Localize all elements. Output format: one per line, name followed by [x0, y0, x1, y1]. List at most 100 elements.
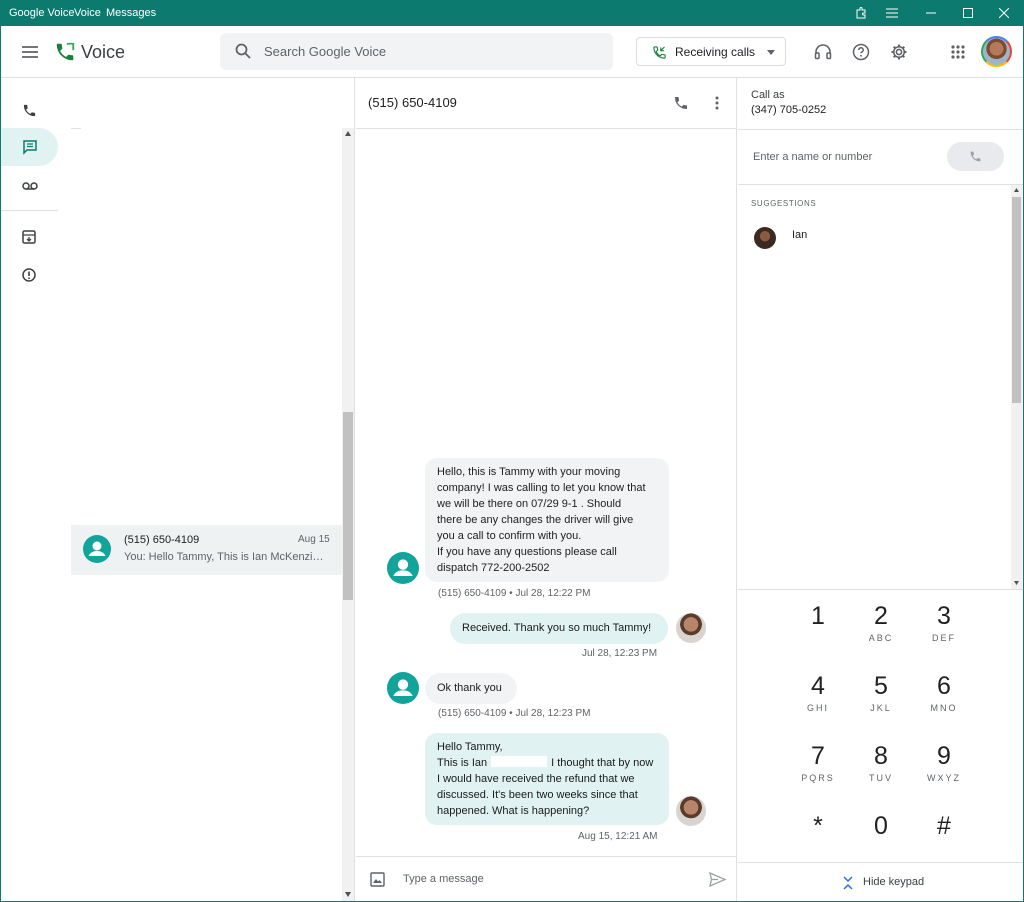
keypad-key-star[interactable]: * [788, 812, 848, 840]
conversation-snippet: You: Hello Tammy, This is Ian McKenzi… [124, 551, 324, 563]
menu-icon[interactable] [883, 4, 901, 22]
keypad-key-1[interactable]: 1 [788, 602, 848, 643]
message-line-redacted: This is Ian I thought that by now [437, 755, 657, 771]
call-as-number[interactable]: (347) 705-0252 [751, 104, 826, 116]
list-scrollbar[interactable] [342, 128, 354, 901]
contact-avatar [83, 535, 111, 563]
redaction-box [491, 756, 548, 767]
key-letters: GHI [806, 703, 829, 713]
apps-grid-icon[interactable] [946, 40, 970, 64]
keypad-key-4[interactable]: 4 GHI [788, 672, 848, 713]
hide-keypad-label: Hide keypad [863, 876, 925, 888]
call-phone-icon[interactable] [669, 91, 693, 115]
image-icon[interactable] [365, 867, 389, 891]
message-text: I thought that by now [551, 757, 654, 769]
dial-call-button[interactable] [947, 142, 1004, 171]
search-icon[interactable] [231, 39, 255, 63]
keypad-key-3[interactable]: 3 DEF [914, 602, 974, 643]
dial-input[interactable]: Enter a name or number [753, 151, 872, 163]
conversation-list: (515) 650-4109 Aug 15 You: Hello Tammy, … [71, 78, 355, 901]
thread-title: (515) 650-4109 [368, 95, 457, 110]
keypad-key-7[interactable]: 7 PQRS [788, 742, 848, 783]
conversation-date: Aug 15 [298, 534, 330, 545]
message-line: dispatch 772-200-2502 [437, 562, 550, 574]
maximize-icon[interactable] [959, 4, 977, 22]
message-bubble-inbound[interactable]: Ok thank you [425, 673, 517, 704]
message-bubble-outbound[interactable]: Hello Tammy, This is Ian I thought that b… [425, 733, 669, 825]
user-avatar [676, 613, 706, 643]
keypad-key-9[interactable]: 9 WXYZ [914, 742, 974, 783]
nav-calls[interactable] [1, 91, 58, 129]
suggestion-item[interactable]: Ian [738, 224, 1008, 254]
scroll-down-arrow-icon[interactable] [1014, 581, 1019, 585]
keypad-key-hash[interactable]: # [914, 812, 974, 840]
divider [738, 589, 1023, 590]
search-input[interactable]: Search Google Voice [264, 44, 386, 59]
nav-voicemail[interactable] [1, 167, 58, 205]
key-digit: * [813, 812, 823, 840]
message-line: you a call to confirm with you. [437, 530, 582, 542]
minimize-icon[interactable] [922, 4, 940, 22]
key-digit: 1 [811, 602, 825, 630]
message-input[interactable]: Type a message [403, 873, 484, 885]
keypad-key-2[interactable]: 2 ABC [851, 602, 911, 643]
headset-icon[interactable] [811, 40, 835, 64]
more-vert-icon[interactable] [705, 91, 729, 115]
message-composer: Type a message [356, 856, 737, 901]
collapse-icon [843, 876, 853, 890]
message-line: Received. Thank you so much Tammy! [462, 622, 652, 634]
list-scrollbar-thumb[interactable] [343, 412, 353, 600]
help-icon[interactable] [849, 40, 873, 64]
spam-icon [22, 268, 36, 282]
message-line: discussed. It's been two weeks since tha… [437, 789, 638, 801]
chevron-down-icon [759, 40, 783, 64]
keypad-key-0[interactable]: 0 [851, 812, 911, 840]
nav-archive[interactable] [1, 218, 58, 256]
message-line: If you have any questions please call [437, 546, 617, 558]
suggestions-heading: SUGGESTIONS [751, 199, 817, 208]
key-digit: 8 [874, 742, 888, 770]
titlebar-crumb-messages: Messages [106, 7, 157, 19]
keypad-key-5[interactable]: 5 JKL [851, 672, 911, 713]
close-icon[interactable] [995, 4, 1013, 22]
message-meta: (515) 650-4109 • Jul 28, 12:23 PM [438, 708, 591, 719]
scroll-up-arrow-icon[interactable] [345, 131, 351, 136]
titlebar-crumb-voice: Voice [74, 7, 101, 19]
keypad-key-8[interactable]: 8 TUV [851, 742, 911, 783]
message-bubble-outbound[interactable]: Received. Thank you so much Tammy! [450, 613, 668, 644]
thread-header: (515) 650-4109 [356, 78, 737, 129]
nav-spam[interactable] [1, 256, 58, 294]
window-title: Google Voice [9, 7, 75, 19]
archive-icon [22, 230, 36, 244]
main-menu-icon[interactable] [18, 40, 42, 64]
call-as-label: Call as [751, 89, 785, 101]
suggestions-scrollbar[interactable] [1011, 185, 1022, 589]
key-digit: # [937, 812, 951, 840]
key-digit: 2 [874, 602, 888, 630]
settings-gear-icon[interactable] [887, 40, 911, 64]
message-line: we will be there on 07/29 9-1 . Should [437, 498, 622, 510]
nav-messages[interactable] [1, 128, 58, 166]
message-bubble-inbound[interactable]: Hello, this is Tammy with your moving co… [425, 458, 669, 582]
message-icon [23, 140, 37, 155]
window-titlebar: Google Voice Voice Messages [0, 0, 1024, 26]
key-letters: MNO [930, 703, 958, 713]
keypad-key-6[interactable]: 6 MNO [914, 672, 974, 713]
suggestions-scrollbar-thumb[interactable] [1012, 197, 1021, 403]
key-letters: JKL [870, 703, 892, 713]
key-letters: TUV [869, 773, 893, 783]
nav-divider [1, 210, 58, 211]
phone-icon [23, 104, 36, 116]
extensions-icon[interactable] [852, 4, 870, 22]
scroll-down-arrow-icon[interactable] [345, 892, 351, 897]
receiving-calls-dropdown[interactable]: Receiving calls [636, 37, 786, 66]
hide-keypad-button[interactable]: Hide keypad [838, 874, 948, 894]
account-avatar[interactable] [981, 36, 1012, 67]
scroll-up-arrow-icon[interactable] [1014, 188, 1019, 192]
key-digit: 6 [937, 672, 951, 700]
search-bar[interactable]: Search Google Voice [220, 33, 613, 70]
conversation-item[interactable]: (515) 650-4109 Aug 15 You: Hello Tammy, … [71, 525, 342, 575]
message-line: Hello Tammy, [437, 741, 503, 753]
key-letters: WXYZ [927, 773, 961, 783]
send-icon[interactable] [705, 867, 729, 891]
